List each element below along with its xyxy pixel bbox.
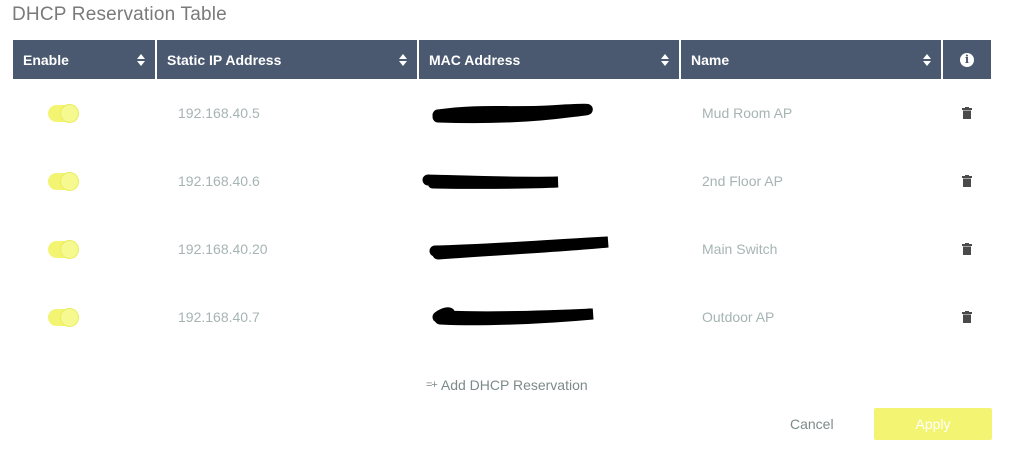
delete-cell — [942, 243, 991, 255]
delete-cell — [942, 311, 991, 323]
enable-cell — [13, 172, 157, 190]
enable-cell — [13, 240, 157, 258]
sort-icon[interactable] — [399, 53, 407, 66]
trash-icon[interactable] — [961, 243, 972, 255]
ip-cell: 192.168.40.5 — [178, 105, 260, 121]
mac-cell-redacted — [418, 161, 681, 201]
name-cell: Mud Room AP — [702, 105, 793, 121]
ip-cell: 192.168.40.20 — [178, 241, 268, 257]
name-cell: Main Switch — [702, 241, 778, 257]
add-reservation-label: Add DHCP Reservation — [440, 377, 588, 393]
add-row-icon: =+ — [426, 379, 438, 391]
cancel-button[interactable]: Cancel — [790, 416, 834, 432]
column-header-ip[interactable]: Static IP Address — [157, 40, 419, 79]
ip-cell: 192.168.40.7 — [178, 309, 260, 325]
trash-icon[interactable] — [961, 175, 972, 187]
add-reservation-link[interactable]: =+ Add DHCP Reservation — [426, 377, 588, 393]
trash-icon[interactable] — [961, 311, 972, 323]
enable-cell — [13, 308, 157, 326]
enable-cell — [13, 104, 157, 122]
table-row: 192.168.40.5 Mud Room AP — [13, 79, 991, 147]
page-title: DHCP Reservation Table — [12, 4, 227, 25]
mac-cell-redacted — [418, 297, 681, 337]
column-header-label: Name — [691, 51, 730, 68]
trash-icon[interactable] — [961, 107, 972, 119]
table-row: 192.168.40.7 Outdoor AP — [13, 283, 991, 351]
table-row: 192.168.40.6 2nd Floor AP — [13, 147, 991, 215]
mac-cell-redacted — [418, 229, 681, 269]
name-cell: 2nd Floor AP — [702, 173, 783, 189]
column-header-label: Static IP Address — [167, 51, 282, 68]
delete-cell — [942, 107, 991, 119]
column-header-label: Enable — [23, 51, 69, 68]
reservation-table: Enable Static IP Address MAC Address Nam… — [13, 40, 991, 351]
sort-icon[interactable] — [923, 53, 931, 66]
sort-icon[interactable] — [137, 53, 145, 66]
enable-toggle[interactable] — [48, 172, 78, 190]
column-header-enable[interactable]: Enable — [13, 40, 157, 79]
table-row: 192.168.40.20 Main Switch — [13, 215, 991, 283]
enable-toggle[interactable] — [48, 240, 78, 258]
column-header-mac[interactable]: MAC Address — [419, 40, 681, 79]
delete-cell — [942, 175, 991, 187]
sort-icon[interactable] — [661, 53, 669, 66]
table-header: Enable Static IP Address MAC Address Nam… — [13, 40, 991, 79]
name-cell: Outdoor AP — [702, 309, 775, 325]
info-icon[interactable]: i — [960, 52, 974, 67]
enable-toggle[interactable] — [48, 308, 78, 326]
mac-cell-redacted — [418, 93, 681, 133]
apply-button[interactable]: Apply — [874, 408, 992, 440]
column-header-name[interactable]: Name — [681, 40, 943, 79]
column-header-label: MAC Address — [429, 51, 521, 68]
enable-toggle[interactable] — [48, 104, 78, 122]
column-header-info[interactable]: i — [943, 40, 991, 79]
ip-cell: 192.168.40.6 — [178, 173, 260, 189]
